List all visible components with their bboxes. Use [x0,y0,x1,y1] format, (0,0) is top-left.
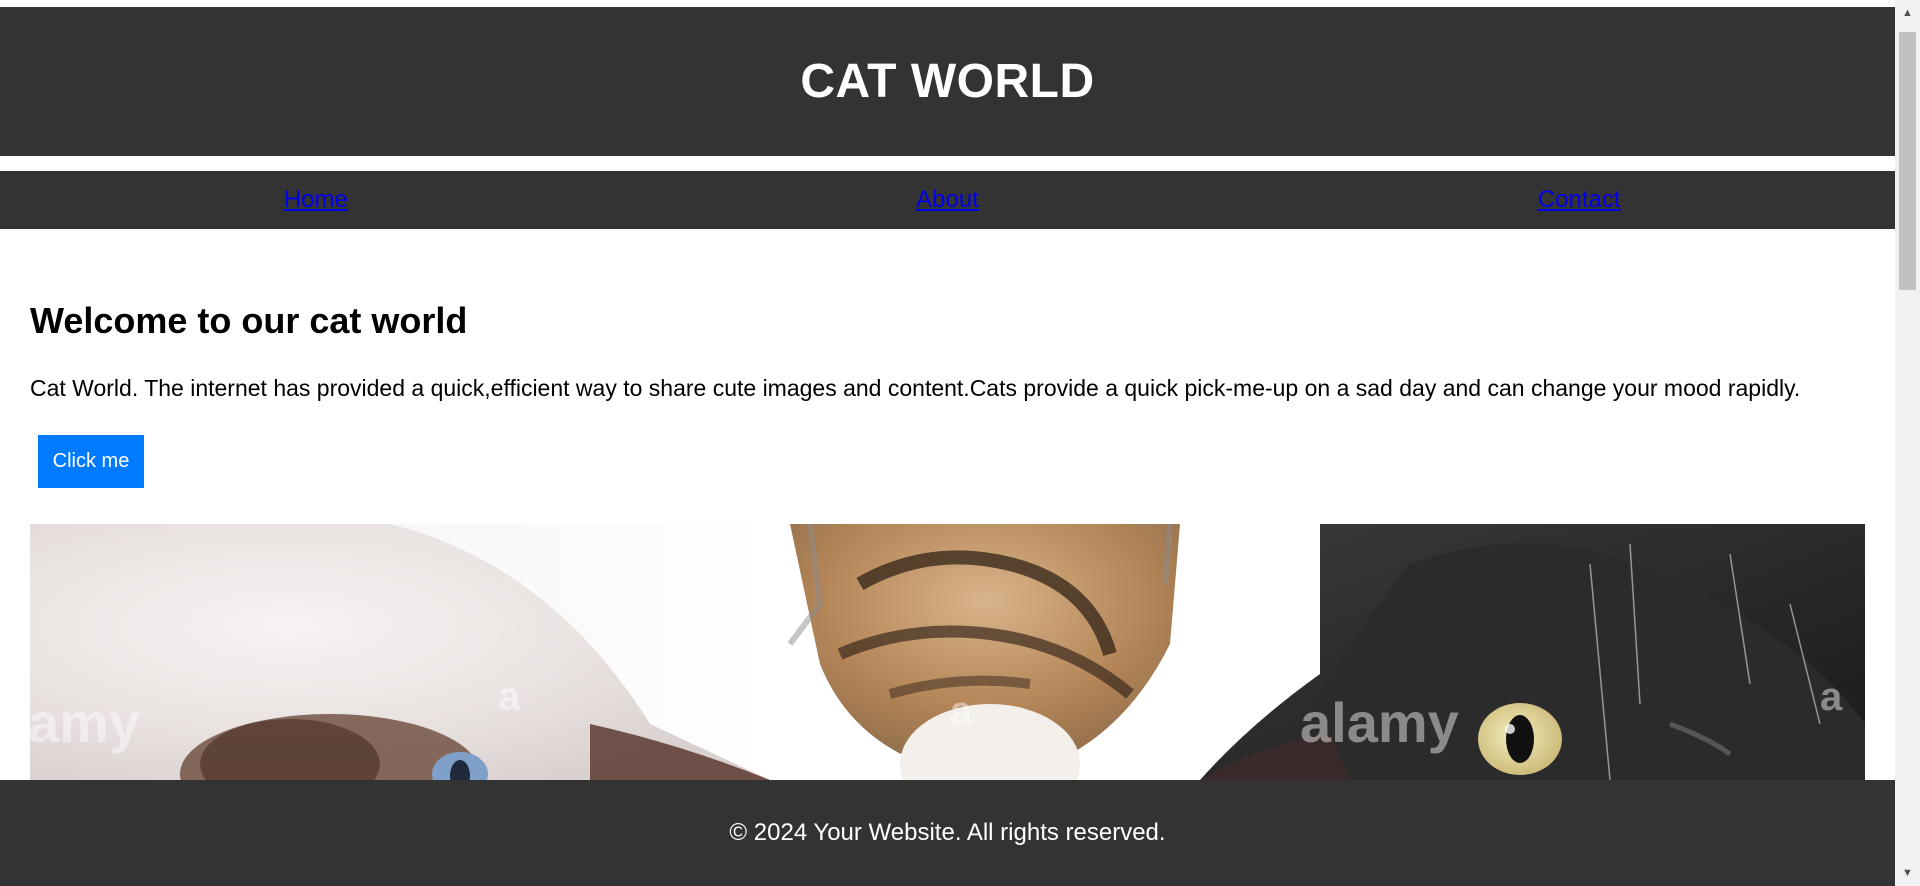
watermark-text: amy [30,691,140,754]
footer-copyright: © 2024 Your Website. All rights reserved… [729,819,1166,846]
watermark-text-2: alamy [1300,691,1459,754]
header-nav-gap [0,156,1895,171]
watermark-letter-2: a [950,689,973,733]
main-nav: Home About Contact [0,171,1895,229]
site-title: CAT WORLD [800,55,1095,108]
watermark-letter: a [498,675,521,719]
browser-viewport: CAT WORLD Home About Contact Welcome to … [0,0,1920,886]
cats-image: amy a a alamy a [30,524,1865,780]
click-me-button[interactable]: Click me [38,435,144,488]
intro-paragraph: Cat World. The internet has provided a q… [30,375,1801,401]
cats-illustration: amy a a alamy a [30,524,1865,780]
site-header: CAT WORLD [0,7,1895,156]
scroll-up-arrow-icon[interactable]: ▲ [1895,3,1920,23]
nav-link-home[interactable]: Home [0,186,632,214]
site-footer: © 2024 Your Website. All rights reserved… [0,780,1895,886]
nav-link-contact[interactable]: Contact [1263,186,1895,214]
scroll-down-arrow-icon[interactable]: ▼ [1895,863,1920,883]
watermark-letter-3: a [1820,675,1843,719]
top-strip [0,0,1895,7]
main-content: Welcome to our cat world Cat World. The … [0,303,1895,488]
welcome-heading: Welcome to our cat world [30,300,468,341]
nav-link-about[interactable]: About [632,186,1264,214]
vertical-scrollbar[interactable]: ▲ ▼ [1895,0,1920,886]
scroll-thumb[interactable] [1899,32,1916,290]
web-page: CAT WORLD Home About Contact Welcome to … [0,0,1895,886]
